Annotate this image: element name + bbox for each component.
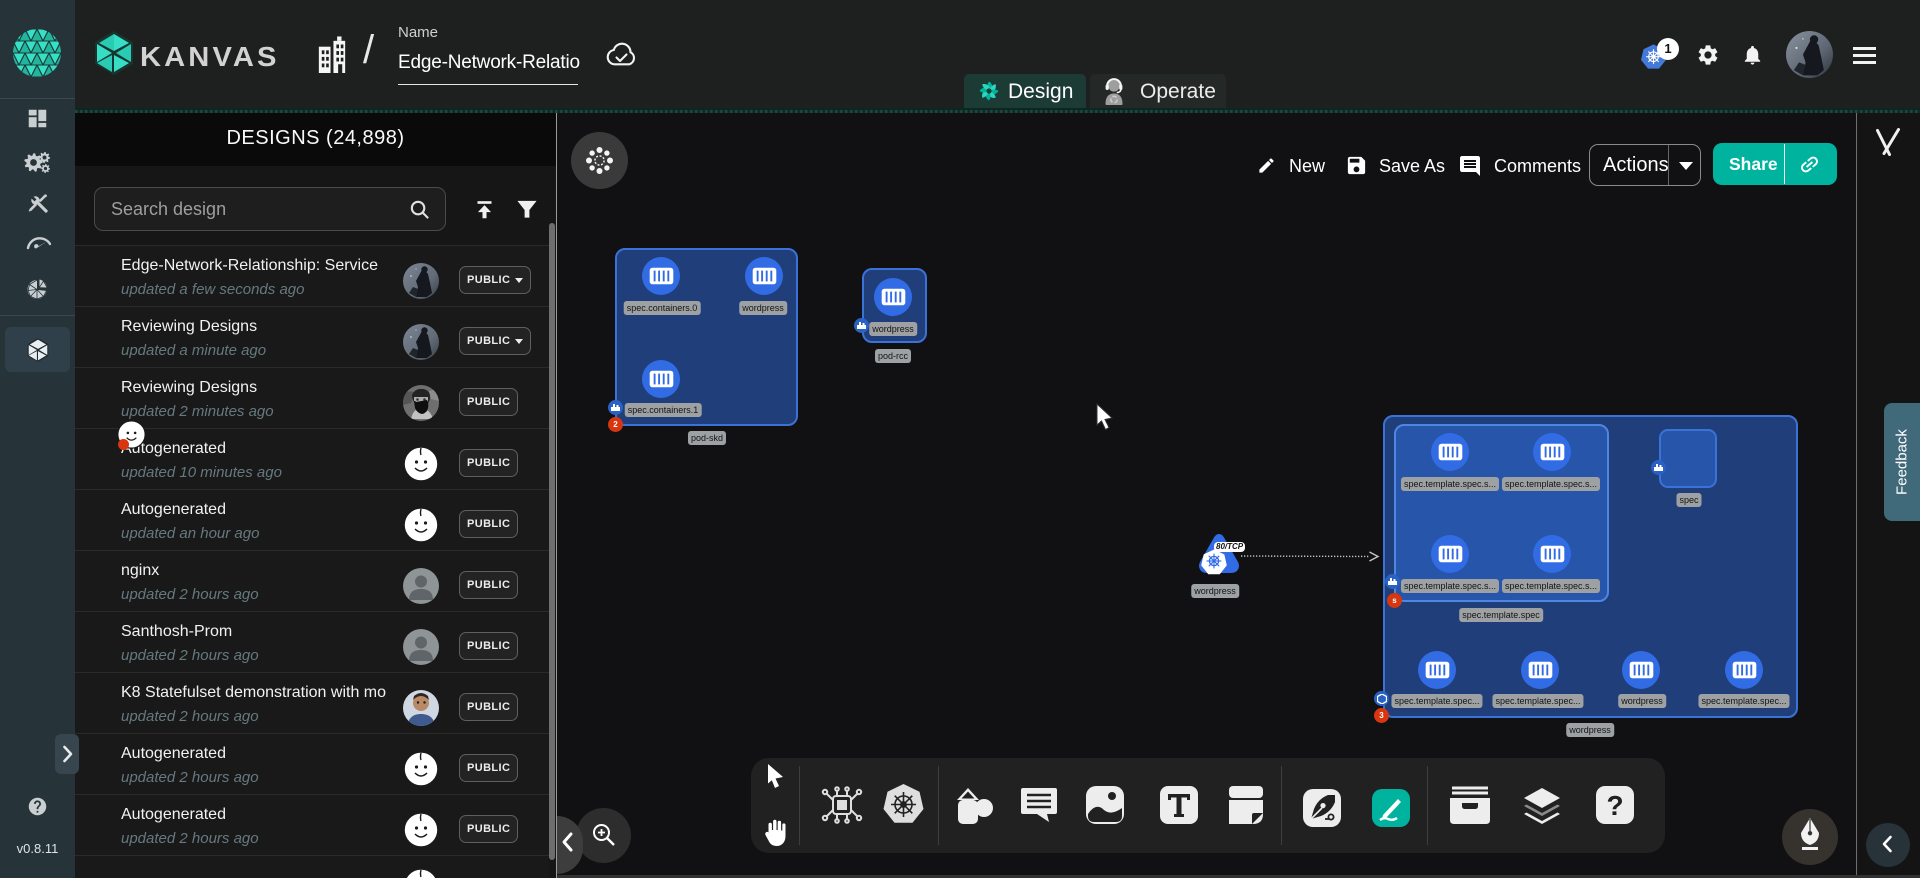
svg-text:?: ?	[1606, 790, 1623, 821]
